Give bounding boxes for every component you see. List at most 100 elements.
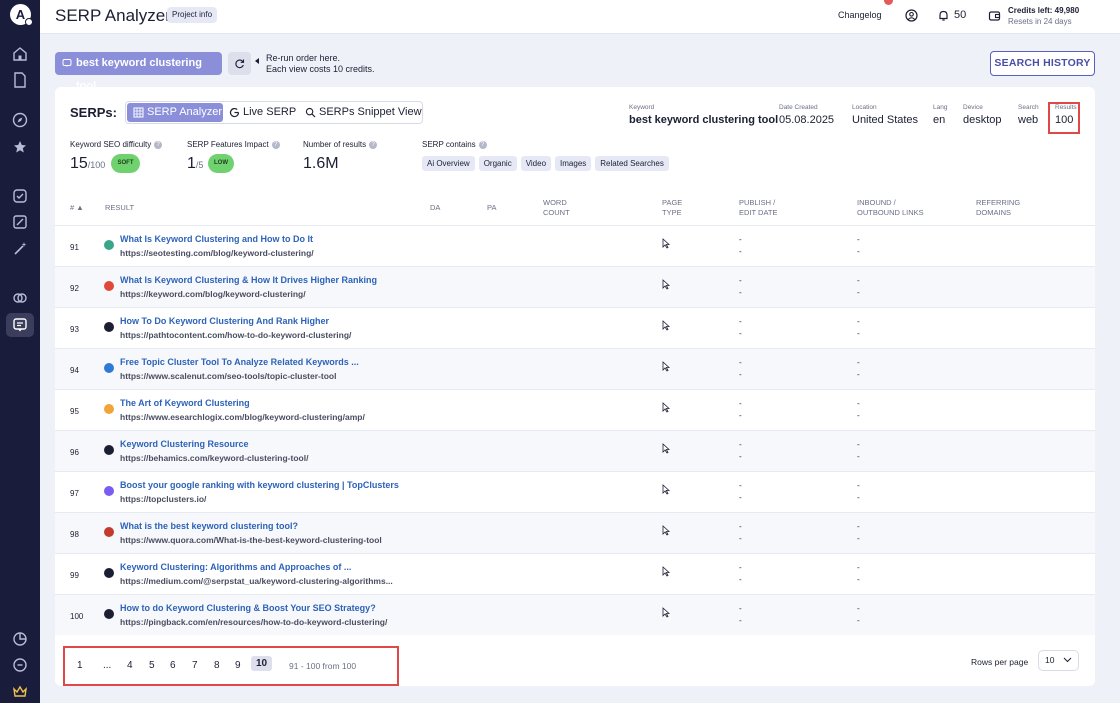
- page-button[interactable]: 6: [170, 660, 176, 671]
- tag-check-icon[interactable]: [11, 187, 29, 205]
- page-button[interactable]: 9: [235, 660, 241, 671]
- help-icon[interactable]: ?: [271, 140, 280, 149]
- result-title-link[interactable]: What is the best keyword clustering tool…: [120, 521, 298, 531]
- chevron-down-icon: [1063, 657, 1072, 663]
- rerun-button[interactable]: [228, 52, 251, 75]
- result-title-link[interactable]: Boost your google ranking with keyword c…: [120, 480, 399, 490]
- edit-icon[interactable]: [11, 213, 29, 231]
- crown-icon[interactable]: [11, 683, 29, 701]
- table-row[interactable]: 99 Keyword Clustering: Algorithms and App…: [55, 553, 1095, 594]
- document-icon[interactable]: [11, 71, 29, 89]
- serp-analyzer-icon[interactable]: [11, 316, 29, 334]
- result-title-link[interactable]: How to do Keyword Clustering & Boost You…: [120, 603, 376, 613]
- row-number: 100: [70, 612, 84, 621]
- wallet-icon[interactable]: [988, 9, 1001, 22]
- result-title-link[interactable]: What Is Keyword Clustering & How It Driv…: [120, 275, 377, 285]
- page-type-cursor-icon[interactable]: [662, 320, 671, 331]
- table-row[interactable]: 93 How To Do Keyword Clustering And Rank …: [55, 307, 1095, 348]
- table-row[interactable]: 96 Keyword Clustering Resource https://beh…: [55, 430, 1095, 471]
- help-icon[interactable]: ?: [154, 140, 163, 149]
- result-url[interactable]: https://keyword.com/blog/keyword-cluster…: [120, 289, 306, 299]
- page-button-current[interactable]: 10: [251, 656, 273, 671]
- page-type-cursor-icon[interactable]: [662, 361, 671, 372]
- star-badge-icon[interactable]: [11, 138, 29, 156]
- table-row[interactable]: 98 What is the best keyword clustering to…: [55, 512, 1095, 553]
- outbound-links: -: [857, 575, 860, 584]
- tab-serps-snippet-view[interactable]: SERPs Snippet View: [299, 103, 423, 122]
- publish-date: -: [739, 399, 742, 408]
- col-header-line: OUTBOUND LINKS: [857, 208, 924, 217]
- col-header-page-type[interactable]: PAGE TYPE: [662, 198, 682, 218]
- result-url[interactable]: https://www.scalenut.com/seo-tools/topic…: [120, 371, 336, 381]
- result-title-link[interactable]: How To Do Keyword Clustering And Rank Hi…: [120, 316, 329, 326]
- compass-icon[interactable]: [11, 111, 29, 129]
- page-type-cursor-icon[interactable]: [662, 279, 671, 290]
- col-header-result[interactable]: RESULT: [105, 203, 134, 213]
- magic-wand-icon[interactable]: [11, 240, 29, 258]
- page-button[interactable]: 4: [127, 660, 133, 671]
- col-header-pa[interactable]: PA: [487, 203, 496, 213]
- tab-serp-analyzer[interactable]: SERP Analyzer: [127, 103, 223, 122]
- result-url[interactable]: https://www.quora.com/What-is-the-best-k…: [120, 535, 382, 545]
- page-button[interactable]: 8: [214, 660, 220, 671]
- result-url[interactable]: https://pingback.com/en/resources/how-to…: [120, 617, 387, 627]
- user-icon[interactable]: [905, 9, 918, 22]
- table-row[interactable]: 91 What Is Keyword Clustering and How to …: [55, 225, 1095, 266]
- tab-live-serp[interactable]: Live SERP: [223, 103, 299, 122]
- table-row[interactable]: 94 Free Topic Cluster Tool To Analyze Rel…: [55, 348, 1095, 389]
- sort-asc-icon[interactable]: ▲: [76, 203, 83, 212]
- page-button[interactable]: 1: [77, 660, 83, 671]
- result-title-link[interactable]: Keyword Clustering: Algorithms and Appro…: [120, 562, 351, 572]
- result-url[interactable]: https://behamics.com/keyword-clustering-…: [120, 453, 308, 463]
- chat-icon[interactable]: [11, 656, 29, 674]
- page-type-cursor-icon[interactable]: [662, 566, 671, 577]
- pie-chart-icon[interactable]: [11, 630, 29, 648]
- serp-feature-tag[interactable]: Video: [520, 156, 552, 171]
- serp-feature-tag[interactable]: Organic: [478, 156, 517, 171]
- page-type-cursor-icon[interactable]: [662, 525, 671, 536]
- result-title-link[interactable]: Keyword Clustering Resource: [120, 439, 249, 449]
- table-row[interactable]: 97 Boost your google ranking with keyword…: [55, 471, 1095, 512]
- result-title-link[interactable]: The Art of Keyword Clustering: [120, 398, 250, 408]
- serp-feature-tag[interactable]: Images: [555, 156, 592, 171]
- result-url[interactable]: https://seotesting.com/blog/keyword-clus…: [120, 248, 314, 258]
- page-type-cursor-icon[interactable]: [662, 443, 671, 454]
- col-header-da[interactable]: DA: [430, 203, 440, 213]
- app-logo[interactable]: A: [10, 4, 33, 26]
- result-url[interactable]: https://www.esearchlogix.com/blog/keywor…: [120, 412, 365, 422]
- result-url[interactable]: https://medium.com/@serpstat_ua/keyword-…: [120, 576, 393, 586]
- credits-left: Credits left: 49,980: [1008, 6, 1080, 15]
- result-url[interactable]: https://topclusters.io/: [120, 494, 206, 504]
- page-type-cursor-icon[interactable]: [662, 484, 671, 495]
- page-button[interactable]: 7: [192, 660, 198, 671]
- table-row[interactable]: 92 What Is Keyword Clustering & How It Dr…: [55, 266, 1095, 307]
- serp-feature-tag[interactable]: Ai Overview: [422, 156, 475, 171]
- result-title-link[interactable]: What Is Keyword Clustering and How to Do…: [120, 234, 313, 244]
- home-icon[interactable]: [11, 45, 29, 63]
- help-icon[interactable]: ?: [369, 140, 378, 149]
- col-header-links[interactable]: INBOUND / OUTBOUND LINKS: [857, 198, 924, 218]
- result-title-link[interactable]: Free Topic Cluster Tool To Analyze Relat…: [120, 357, 359, 367]
- meta-location-value: United States: [852, 114, 919, 126]
- refresh-icon: [235, 59, 245, 69]
- col-header-word-count[interactable]: WORD COUNT: [543, 198, 570, 218]
- table-row[interactable]: 100 How to do Keyword Clustering & Boost …: [55, 594, 1095, 635]
- result-url[interactable]: https://pathtocontent.com/how-to-do-keyw…: [120, 330, 351, 340]
- help-icon[interactable]: ?: [478, 140, 487, 149]
- serp-feature-tag[interactable]: Related Searches: [595, 156, 669, 171]
- page-type-cursor-icon[interactable]: [662, 238, 671, 249]
- bell-icon[interactable]: [937, 9, 950, 22]
- page-type-cursor-icon[interactable]: [662, 607, 671, 618]
- page-button[interactable]: 5: [149, 660, 155, 671]
- col-header-num[interactable]: # ▲: [70, 203, 84, 213]
- keyword-chip[interactable]: best keyword clustering tool: [55, 52, 222, 92]
- rows-per-page-select[interactable]: 10: [1038, 650, 1079, 671]
- page-type-cursor-icon[interactable]: [662, 402, 671, 413]
- changelog-link[interactable]: Changelog: [838, 10, 882, 20]
- search-history-button[interactable]: SEARCH HISTORY: [990, 51, 1095, 76]
- table-row[interactable]: 95 The Art of Keyword Clustering https://w…: [55, 389, 1095, 430]
- col-header-referring[interactable]: REFERRING DOMAINS: [976, 198, 1020, 218]
- link-rings-icon[interactable]: [11, 289, 29, 307]
- col-header-publish[interactable]: PUBLISH / EDIT DATE: [739, 198, 777, 218]
- project-info-button[interactable]: Project info: [167, 7, 218, 23]
